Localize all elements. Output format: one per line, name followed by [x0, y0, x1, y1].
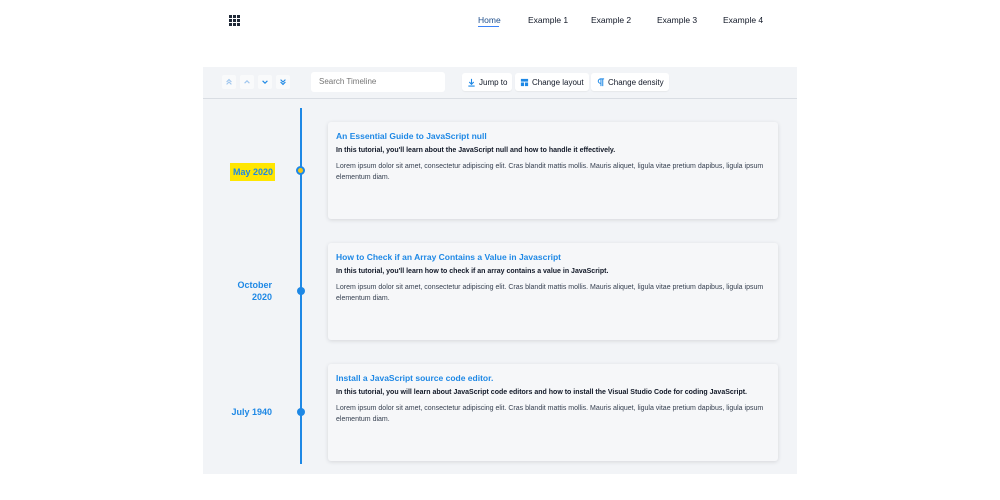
- chevron-up-icon[interactable]: [240, 75, 254, 89]
- paragraph-icon: [595, 77, 605, 87]
- timeline-date[interactable]: October 2020: [227, 279, 272, 303]
- timeline-dot[interactable]: [297, 287, 305, 295]
- nav-example-4[interactable]: Example 4: [723, 15, 763, 25]
- card-title[interactable]: How to Check if an Array Contains a Valu…: [336, 252, 770, 262]
- change-density-label: Change density: [608, 77, 664, 87]
- double-chevron-up-icon[interactable]: [222, 75, 236, 89]
- timeline-dot-active[interactable]: [296, 166, 305, 175]
- timeline-panel: Jump to Change layout Change density May…: [203, 67, 797, 474]
- change-density-button[interactable]: Change density: [591, 73, 669, 91]
- timeline-card: An Essential Guide to JavaScript null In…: [328, 122, 778, 219]
- card-title[interactable]: Install a JavaScript source code editor.: [336, 373, 770, 383]
- change-layout-button[interactable]: Change layout: [515, 73, 589, 91]
- card-body: Lorem ipsum dolor sit amet, consectetur …: [336, 163, 764, 181]
- timeline-card: How to Check if an Array Contains a Valu…: [328, 243, 778, 340]
- nav-active-indicator: [478, 26, 499, 27]
- timeline-date[interactable]: July 1940: [222, 406, 272, 418]
- nav-example-3[interactable]: Example 3: [657, 15, 697, 25]
- timeline-toolbar: Jump to Change layout Change density: [203, 67, 797, 99]
- download-arrow-icon: [466, 77, 476, 87]
- jump-to-label: Jump to: [479, 77, 508, 87]
- change-layout-label: Change layout: [532, 77, 584, 87]
- timeline-card: Install a JavaScript source code editor.…: [328, 364, 778, 461]
- layout-icon: [519, 77, 529, 87]
- nav-example-2[interactable]: Example 2: [591, 15, 631, 25]
- card-subtitle: In this tutorial, you will learn about J…: [336, 389, 747, 396]
- nav-home[interactable]: Home: [478, 15, 501, 25]
- card-title[interactable]: An Essential Guide to JavaScript null: [336, 131, 770, 141]
- grid-menu-icon[interactable]: [229, 15, 240, 26]
- timeline-dot[interactable]: [297, 408, 305, 416]
- timeline-date[interactable]: May 2020: [230, 163, 275, 181]
- card-subtitle: In this tutorial, you'll learn how to ch…: [336, 268, 609, 275]
- jump-to-button[interactable]: Jump to: [462, 73, 513, 91]
- card-subtitle: In this tutorial, you'll learn about the…: [336, 147, 616, 154]
- card-body: Lorem ipsum dolor sit amet, consectetur …: [336, 405, 764, 423]
- search-timeline-input[interactable]: [311, 72, 445, 92]
- double-chevron-down-icon[interactable]: [276, 75, 290, 89]
- card-body: Lorem ipsum dolor sit amet, consectetur …: [336, 284, 764, 302]
- nav-example-1[interactable]: Example 1: [528, 15, 568, 25]
- chevron-down-icon[interactable]: [258, 75, 272, 89]
